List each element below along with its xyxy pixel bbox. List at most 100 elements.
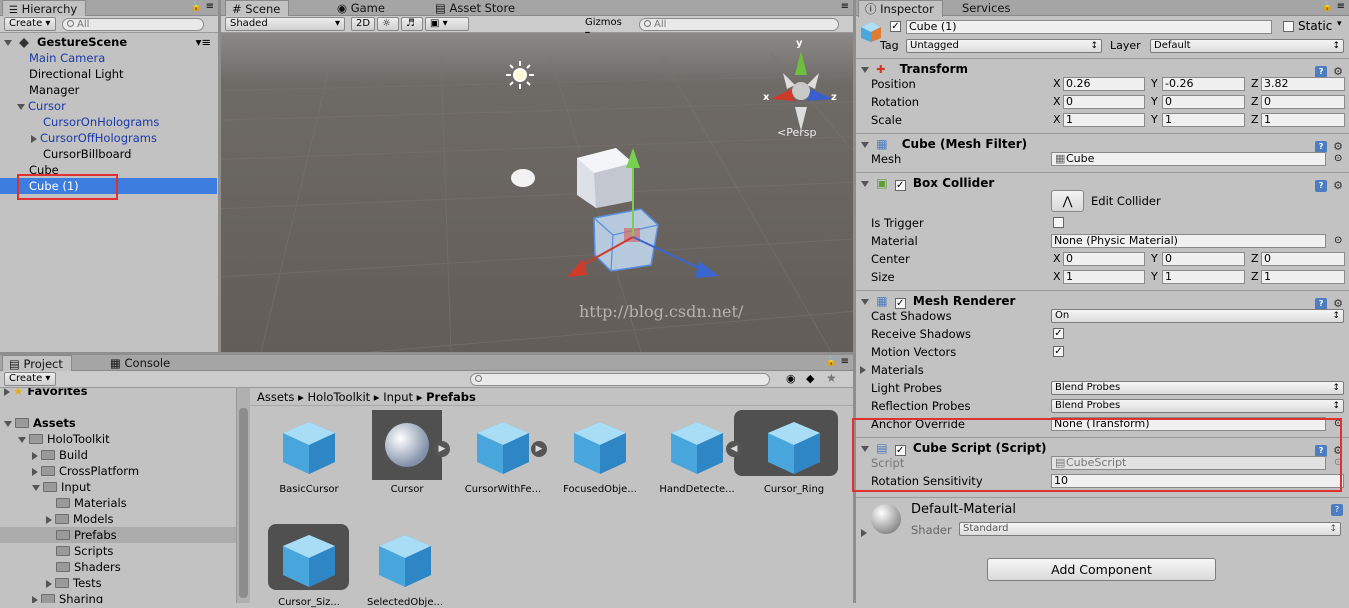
add-component-button[interactable]: Add Component — [987, 558, 1216, 581]
expand-prefab-icon[interactable]: ▶ — [531, 441, 547, 457]
tree-item[interactable]: Materials — [0, 495, 236, 511]
active-checkbox[interactable]: ✓ — [890, 21, 901, 32]
scene-menu-icon[interactable]: ▾≡ — [196, 34, 211, 50]
expand-prefab-icon[interactable]: ▶ — [434, 441, 450, 457]
center-x[interactable]: 0 — [1063, 252, 1145, 266]
filter-type-icon[interactable]: ◉ — [786, 372, 796, 385]
effects-dropdown[interactable]: ▣ ▾ — [425, 17, 469, 31]
object-picker-icon[interactable]: ⊙ — [1334, 150, 1342, 168]
hierarchy-item[interactable]: Main Camera — [0, 50, 217, 66]
tree-item[interactable]: CrossPlatform — [0, 463, 236, 479]
collapse-icon[interactable] — [31, 134, 37, 143]
hierarchy-item[interactable]: Manager — [0, 82, 217, 98]
tab-console[interactable]: ▦ Console — [104, 355, 178, 371]
asset-item[interactable]: Cursor_Siz... — [264, 531, 354, 608]
asset-item[interactable]: CursorWithFe... — [458, 418, 548, 495]
static-checkbox[interactable] — [1283, 21, 1294, 32]
object-name-field[interactable]: Cube (1) — [906, 20, 1272, 34]
menu-icon[interactable]: ≡ — [206, 1, 214, 12]
shading-dropdown[interactable]: Shaded ▾ — [225, 17, 345, 31]
breadcrumb-item[interactable]: Prefabs — [426, 390, 476, 404]
rotation-x[interactable]: 0 — [1063, 95, 1145, 109]
expand-icon[interactable] — [32, 484, 40, 491]
tree-item[interactable]: Models — [0, 511, 236, 527]
tree-item[interactable]: Build — [0, 447, 236, 463]
help-icon[interactable]: ? — [1331, 504, 1343, 516]
tree-item[interactable]: Assets — [0, 415, 236, 431]
physic-material-field[interactable]: None (Physic Material) — [1051, 234, 1326, 248]
tree-scrollbar[interactable] — [236, 388, 250, 603]
object-picker-icon[interactable]: ⊙ — [1334, 232, 1342, 250]
menu-icon[interactable]: ≡ — [841, 356, 849, 367]
tab-game[interactable]: ◉ Game — [331, 0, 393, 16]
position-z[interactable]: 3.82 — [1261, 77, 1345, 91]
rotation-z[interactable]: 0 — [1261, 95, 1345, 109]
expand-icon[interactable] — [4, 420, 12, 427]
asset-item[interactable]: SelectedObje... — [360, 531, 450, 608]
help-icon[interactable]: ? — [1315, 180, 1328, 192]
tree-item-selected[interactable]: Prefabs — [0, 527, 236, 543]
tag-dropdown[interactable]: Untagged — [906, 39, 1102, 53]
collapse-icon[interactable] — [46, 515, 52, 524]
receive-shadows-checkbox[interactable]: ✓ — [1053, 328, 1064, 339]
scale-y[interactable]: 1 — [1162, 113, 1245, 127]
tree-item[interactable]: Tests — [0, 575, 236, 591]
lock-icon[interactable]: 🔒 — [191, 2, 202, 12]
collapse-icon[interactable] — [46, 579, 52, 588]
light-probes-dropdown[interactable]: Blend Probes — [1051, 381, 1344, 395]
scene-search-input[interactable]: All — [639, 18, 839, 31]
layer-dropdown[interactable]: Default — [1150, 39, 1344, 53]
scale-z[interactable]: 1 — [1261, 113, 1345, 127]
scene-viewport[interactable]: y x z <Persp http://blog.csdn.net/ — [221, 33, 853, 352]
hierarchy-item[interactable]: CursorOffHolograms — [0, 130, 217, 146]
lock-icon[interactable]: 🔒 — [826, 357, 837, 367]
hierarchy-item[interactable]: CursorOnHolograms — [0, 114, 217, 130]
expand-icon[interactable] — [18, 436, 26, 443]
component-enabled-checkbox[interactable]: ✓ — [894, 180, 906, 191]
reflection-probes-dropdown[interactable]: Blend Probes — [1051, 399, 1344, 413]
lighting-toggle[interactable]: ☼ — [377, 17, 399, 31]
collapse-icon[interactable] — [861, 529, 867, 537]
favorites-item[interactable]: ★ Favorites — [0, 388, 236, 399]
materials-row[interactable]: Materials — [856, 361, 1349, 379]
static-dropdown-icon[interactable]: ▾ — [1337, 19, 1342, 29]
tab-scene[interactable]: # Scene — [225, 0, 290, 17]
collapse-icon[interactable] — [32, 451, 38, 460]
rotation-y[interactable]: 0 — [1162, 95, 1245, 109]
tree-item[interactable]: Scripts — [0, 543, 236, 559]
filter-label-icon[interactable]: ◆ — [806, 372, 814, 385]
collapse-icon[interactable] — [32, 467, 38, 476]
asset-item[interactable]: HandDetecte... — [652, 418, 742, 495]
collapse-icon[interactable] — [860, 366, 866, 374]
2d-toggle[interactable]: 2D — [351, 17, 375, 31]
expand-icon[interactable] — [17, 103, 25, 110]
hierarchy-item[interactable]: Directional Light — [0, 66, 217, 82]
lock-icon[interactable]: 🔒 — [1322, 2, 1333, 12]
collapse-icon[interactable] — [32, 595, 38, 603]
persp-label[interactable]: <Persp — [777, 126, 816, 139]
edit-collider-button[interactable]: ⋀ — [1051, 190, 1084, 212]
scale-x[interactable]: 1 — [1063, 113, 1145, 127]
collapse-icon[interactable] — [4, 388, 10, 396]
hierarchy-search-input[interactable]: All — [62, 18, 204, 31]
mesh-field[interactable]: ▦ Cube — [1051, 152, 1326, 166]
tree-item[interactable]: Sharing — [0, 591, 236, 603]
expand-icon[interactable] — [4, 39, 12, 46]
position-x[interactable]: 0.26 — [1063, 77, 1145, 91]
expand-icon[interactable] — [861, 180, 869, 187]
menu-icon[interactable]: ≡ — [841, 1, 849, 12]
asset-item[interactable]: BasicCursor — [264, 418, 354, 495]
shader-dropdown[interactable]: Standard — [959, 522, 1341, 536]
menu-icon[interactable]: ≡ — [1337, 1, 1345, 12]
center-y[interactable]: 0 — [1162, 252, 1245, 266]
tab-project[interactable]: ▤ Project — [2, 355, 72, 372]
tree-item[interactable]: Input — [0, 479, 236, 495]
cast-shadows-dropdown[interactable]: On — [1051, 309, 1344, 323]
expand-icon[interactable] — [861, 141, 869, 148]
tab-services[interactable]: Services — [956, 0, 1019, 16]
expand-icon[interactable] — [861, 298, 869, 305]
position-y[interactable]: -0.26 — [1162, 77, 1245, 91]
tab-asset-store[interactable]: ▤ Asset Store — [429, 0, 523, 16]
create-button[interactable]: Create ▾ — [4, 17, 56, 31]
asset-item[interactable]: FocusedObje... — [555, 418, 645, 495]
